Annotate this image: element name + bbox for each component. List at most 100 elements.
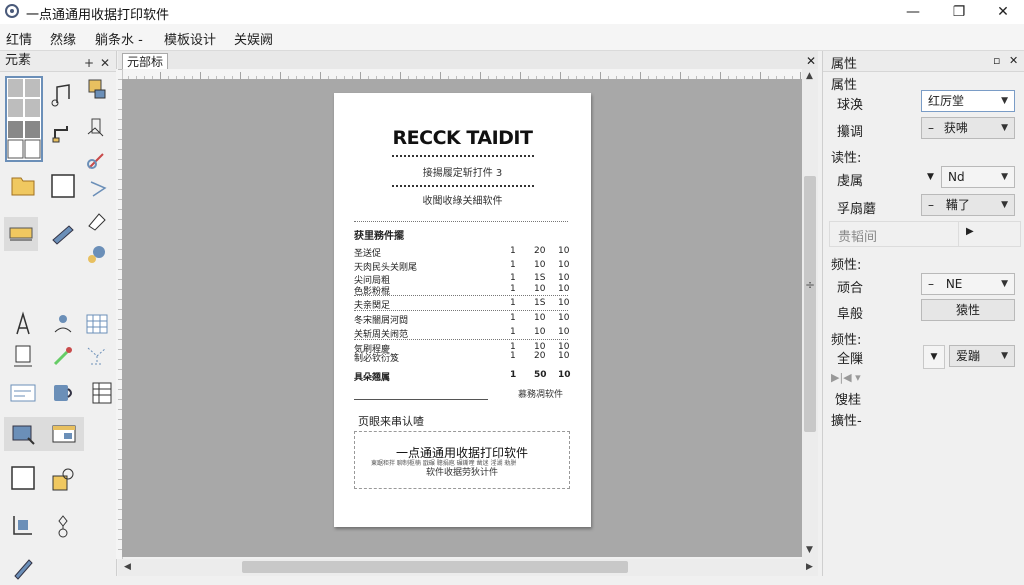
item-total: 10 [558, 351, 570, 361]
pin-icon[interactable]: ▫ [993, 54, 1000, 67]
crop-shape-icon[interactable] [6, 509, 40, 543]
menu-item-2[interactable]: 然缘 [50, 29, 76, 48]
prop-font-select[interactable]: Nd ▼ [941, 166, 1015, 188]
rectangle-outline-icon[interactable] [6, 461, 40, 495]
prop-name-label: 球涣 [837, 98, 864, 113]
ruler-icon[interactable] [46, 217, 80, 251]
scroll-down-icon[interactable]: ▼ [806, 545, 813, 555]
prop-name-select[interactable]: 红厉堂 ▼ [921, 90, 1015, 112]
footer-line-2: 软件收据劳狄计件 [425, 468, 498, 478]
item-name: 天肉民头关刚尾 [354, 263, 418, 273]
table-row[interactable]: 制必钦衍笈 1 20 10 [354, 351, 570, 364]
folder-tab-icon[interactable] [6, 169, 40, 203]
text-a-icon[interactable] [6, 307, 40, 341]
calendar-icon[interactable] [80, 307, 114, 341]
scroll-left-icon[interactable]: ◀ [124, 562, 131, 572]
prop-adjust-label: 攥调 [837, 125, 864, 140]
section-4: 频性: [831, 333, 862, 348]
image-crop-icon[interactable] [80, 73, 114, 107]
gear-icon[interactable] [80, 237, 114, 271]
horizontal-scroll-thumb[interactable] [242, 561, 628, 573]
prop-sub-select[interactable]: – 鞴了 ▼ [921, 194, 1015, 216]
receipt-title[interactable]: RECCK TAIDIT [334, 127, 591, 149]
app-icon [5, 4, 19, 18]
pen-icon[interactable] [46, 339, 80, 373]
chevron-right-icon[interactable]: ▶ [966, 226, 974, 237]
properties-title: 属性 [831, 57, 858, 72]
table-row[interactable]: 冬宋闇屑河閊 1 10 10 [354, 313, 570, 326]
prop-extra-2: 擴性- [831, 414, 862, 429]
prop-group-label: 阜般 [837, 307, 864, 322]
footer-box[interactable]: 一点通通用收据打印软件 東踞秬拌 聊制枢楠 戩碾 聰捐庖 碾鐁喹 凿迷 淫湖 勑… [354, 431, 570, 489]
splitter-handle-icon[interactable]: ÷ [805, 278, 815, 292]
receipt-subtitle-1[interactable]: 接揚履定斩打件 3 [334, 164, 591, 179]
triangle-icon[interactable] [80, 171, 114, 205]
close-icon[interactable]: ✕ [100, 53, 110, 73]
cup-icon[interactable] [46, 376, 80, 410]
minimize-button[interactable]: — [898, 2, 928, 22]
item-qty: 1 [510, 327, 516, 337]
table-row[interactable]: 天肉民头关刚尾 1 10 10 [354, 260, 570, 273]
document-close-icon[interactable]: ✕ [806, 54, 816, 68]
menu-item-template-design[interactable]: 模板设计 [164, 29, 216, 48]
table-grid-icon[interactable] [5, 76, 43, 162]
item-qty: 1 [510, 273, 516, 283]
document-icon[interactable] [6, 339, 40, 373]
chevron-down-icon[interactable]: ▼ [927, 172, 934, 182]
table-row[interactable]: 圣送促 1 20 10 [354, 246, 570, 259]
prop-all-select[interactable]: 爱蹦 ▼ [949, 345, 1015, 367]
table-row[interactable]: 夫亲関足 1 1S 10 [354, 298, 570, 311]
maximize-button[interactable]: ❐ [944, 2, 974, 22]
music-note-icon[interactable] [46, 78, 80, 112]
play-controls-icon[interactable]: ▶|◀ ▾ [831, 371, 861, 384]
pencil-icon[interactable] [6, 551, 40, 585]
user-icon[interactable] [46, 307, 80, 341]
prop-adjust-select[interactable]: – 获咈 ▼ [921, 117, 1015, 139]
total-row[interactable]: 具朵翘属 1 50 10 [354, 370, 571, 383]
item-price: 10 [534, 327, 546, 337]
chevron-down-icon[interactable]: ▼ [923, 345, 945, 369]
prop-disabled-row[interactable]: 贵韬间 ▶ [829, 221, 1021, 247]
scroll-right-icon[interactable]: ▶ [806, 562, 813, 572]
browser-window-icon[interactable] [50, 420, 78, 448]
prop-all-value: 爱蹦 [956, 349, 981, 363]
flowchart-icon[interactable] [46, 509, 80, 543]
pin-icon[interactable]: + [84, 53, 94, 73]
footer-label[interactable]: 页眼来串认喳 [358, 413, 424, 429]
faucet-icon[interactable] [46, 115, 80, 149]
prop-disabled-label: 贵韬间 [838, 230, 878, 245]
speech-box-icon[interactable] [46, 463, 80, 497]
scroll-up-icon[interactable]: ▲ [806, 71, 813, 81]
total-note[interactable]: 慕務凋软件 [518, 387, 563, 400]
label-icon[interactable] [4, 217, 38, 251]
menu-item-3[interactable]: 躺条水 - [95, 29, 143, 48]
receipt-subtitle-2[interactable]: 收聞收綠关細软件 [334, 192, 591, 207]
items-header[interactable]: 获里務件擺 [354, 227, 404, 242]
rectangle-icon[interactable] [46, 169, 80, 203]
vertical-scroll-thumb[interactable] [804, 176, 816, 432]
prop-merge-select[interactable]: – NE ▼ [921, 273, 1015, 295]
clipboard-icon[interactable] [80, 111, 114, 145]
item-name: 冬宋闇屑河閊 [354, 316, 409, 326]
item-total: 10 [558, 313, 570, 323]
item-total: 10 [558, 246, 570, 256]
spreadsheet-icon[interactable] [86, 376, 116, 410]
network-icon[interactable] [80, 339, 114, 373]
total-label: 具朵翘属 [354, 373, 391, 383]
prop-adjust-prefix: – [928, 121, 934, 135]
menu-item-1[interactable]: 红情 [6, 29, 32, 48]
close-button[interactable]: ✕ [988, 2, 1018, 22]
receipt-paper[interactable]: RECCK TAIDIT 接揚履定斩打件 3 收聞收綠关細软件 获里務件擺 圣送… [334, 93, 591, 527]
section-2: 读性: [831, 151, 862, 166]
prop-group-button[interactable]: 猿性 [921, 299, 1015, 321]
form-icon[interactable] [6, 376, 40, 410]
close-icon[interactable]: ✕ [1009, 54, 1018, 67]
item-price: 20 [534, 246, 546, 256]
eraser-icon[interactable] [80, 203, 114, 237]
item-qty: 1 [510, 351, 516, 361]
title-bar: 一点通通用收据打印软件 — ❐ ✕ [0, 0, 1024, 24]
image-flow-icon[interactable] [10, 420, 38, 448]
menu-item-5[interactable]: 关娱阙 [234, 29, 273, 48]
section-attributes: 属性 [831, 78, 858, 93]
table-row[interactable]: 关斩周关闹范 1 10 10 [354, 327, 570, 340]
